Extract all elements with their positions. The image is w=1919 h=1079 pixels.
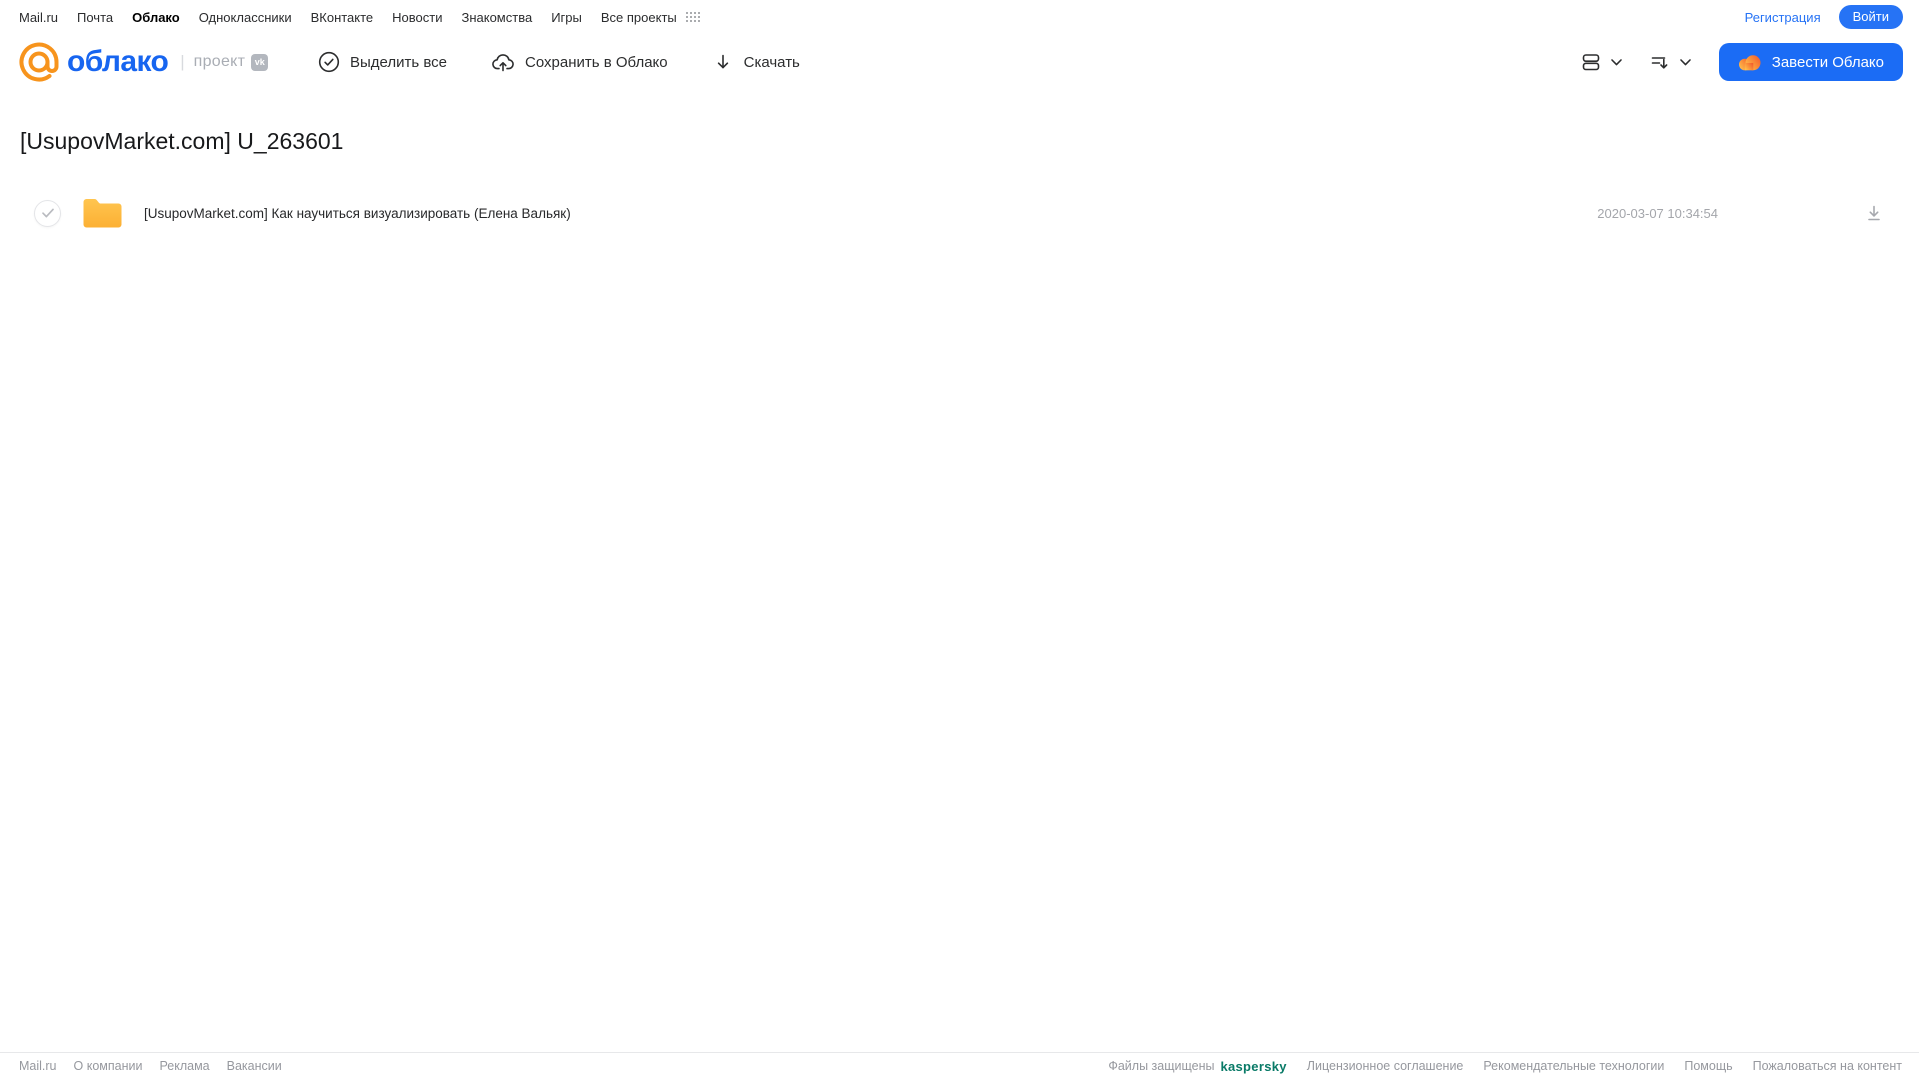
portal-nav-link[interactable]: Все проекты <box>601 10 677 25</box>
portal-nav-bar: Mail.ru Почта Облако Одноклассники ВКонт… <box>0 0 1919 32</box>
main-content: [UsupovMarket.com] U_263601 [UsupovMarke… <box>0 128 1919 237</box>
file-row[interactable]: [UsupovMarket.com] Как научиться визуали… <box>20 189 1919 237</box>
file-name-link[interactable]: [UsupovMarket.com] Как научиться визуали… <box>144 206 571 221</box>
portal-nav-link[interactable]: Почта <box>77 10 113 25</box>
get-cloud-label: Завести Облако <box>1771 53 1884 71</box>
protected-label: Файлы защищены <box>1108 1059 1215 1073</box>
portal-nav-link[interactable]: Знакомства <box>461 10 532 25</box>
cloud-colored-icon <box>1738 53 1762 71</box>
all-projects-grid-icon[interactable] <box>685 12 700 22</box>
file-date: 2020-03-07 10:34:54 <box>1597 205 1718 221</box>
vk-project-label: проект <box>193 53 246 70</box>
portal-nav-link[interactable]: ВКонтакте <box>311 10 374 25</box>
footer-right-links: Лицензионное соглашение Рекомендательные… <box>1307 1059 1902 1073</box>
download-button[interactable]: Скачать <box>712 51 800 73</box>
footer: Mail.ru О компании Реклама Вакансии Файл… <box>0 1052 1919 1079</box>
mailru-at-icon <box>18 41 60 83</box>
portal-nav-link[interactable]: Новости <box>392 10 442 25</box>
footer-link[interactable]: Реклама <box>159 1059 209 1073</box>
row-download-icon[interactable] <box>1864 203 1884 223</box>
cloud-upload-icon <box>491 50 515 74</box>
chevron-down-icon <box>1610 58 1623 67</box>
portal-nav-link[interactable]: Игры <box>551 10 582 25</box>
get-cloud-button[interactable]: Завести Облако <box>1718 43 1903 81</box>
footer-link[interactable]: Пожаловаться на контент <box>1753 1059 1902 1073</box>
portal-nav-link[interactable]: Облако <box>132 10 180 25</box>
footer-left-links: Mail.ru О компании Реклама Вакансии <box>19 1059 282 1073</box>
file-list: [UsupovMarket.com] Как научиться визуали… <box>20 189 1919 237</box>
footer-link[interactable]: Помощь <box>1684 1059 1732 1073</box>
list-view-icon <box>1579 50 1603 74</box>
file-toolbar: Выделить все Сохранить в Облако Скачать <box>318 32 800 92</box>
portal-nav: Mail.ru Почта Облако Одноклассники ВКонт… <box>19 10 677 25</box>
page-title: [UsupovMarket.com] U_263601 <box>20 128 344 154</box>
check-circle-icon <box>318 51 340 73</box>
row-checkbox[interactable] <box>34 199 61 227</box>
login-button[interactable]: Войти <box>1838 5 1903 29</box>
logo-separator: | <box>180 52 185 71</box>
sort-icon <box>1648 50 1672 74</box>
kaspersky-protection: Файлы защищены kaspersky <box>1108 1059 1286 1074</box>
view-mode-dropdown[interactable] <box>1579 50 1623 74</box>
header: облако | проект vk Выделить все Сохранит… <box>0 32 1919 92</box>
download-label: Скачать <box>743 53 800 71</box>
select-all-label: Выделить все <box>350 53 448 71</box>
select-all-button[interactable]: Выделить все <box>318 51 447 73</box>
download-arrow-icon <box>712 51 734 73</box>
logo-wordmark: облако <box>67 45 169 78</box>
portal-nav-link[interactable]: Одноклассники <box>199 10 292 25</box>
save-to-cloud-button[interactable]: Сохранить в Облако <box>491 50 668 74</box>
registration-link[interactable]: Регистрация <box>1745 10 1821 25</box>
chevron-down-icon <box>1679 58 1692 67</box>
footer-link[interactable]: О компании <box>74 1059 143 1073</box>
folder-icon <box>80 194 125 232</box>
footer-link[interactable]: Mail.ru <box>19 1059 57 1073</box>
cloud-logo[interactable]: облако | проект vk <box>18 41 269 83</box>
footer-link[interactable]: Рекомендательные технологии <box>1483 1059 1664 1073</box>
vk-icon: vk <box>251 53 269 71</box>
portal-nav-link[interactable]: Mail.ru <box>19 10 58 25</box>
sort-dropdown[interactable] <box>1648 50 1692 74</box>
kaspersky-logo: kaspersky <box>1220 1058 1287 1074</box>
save-to-cloud-label: Сохранить в Облако <box>525 53 668 71</box>
footer-link[interactable]: Лицензионное соглашение <box>1307 1059 1464 1073</box>
footer-link[interactable]: Вакансии <box>227 1059 282 1073</box>
